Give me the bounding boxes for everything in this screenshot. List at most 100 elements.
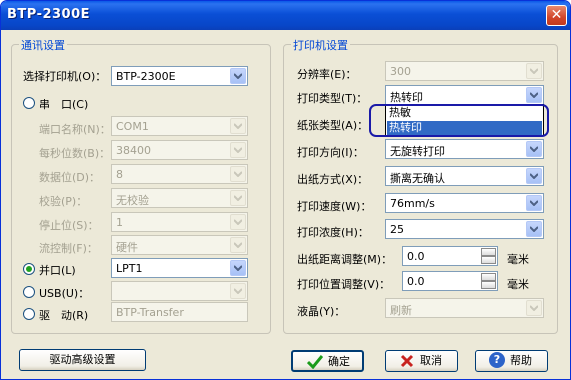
paper-type-label: 纸张类型(A)：	[297, 119, 369, 132]
comm-group-title: 通讯设置	[19, 37, 67, 53]
chevron-down-icon[interactable]	[230, 237, 246, 253]
chevron-down-icon[interactable]	[526, 141, 542, 157]
title-bar[interactable]: BTP-2300E ✕	[1, 1, 570, 30]
pos-unit: 毫米	[507, 278, 529, 291]
help-button[interactable]: ? 帮助	[475, 350, 548, 372]
parallel-radio-label[interactable]: 并口(L)	[39, 262, 76, 278]
help-icon: ?	[489, 352, 505, 368]
lcd-label: 液晶(Y)：	[297, 305, 346, 318]
spin-up-icon[interactable]	[481, 273, 496, 281]
flow-select[interactable]: 硬件	[111, 235, 248, 255]
parity-value: 无校验	[116, 194, 149, 207]
feed-adjust-spinner[interactable]: 0.0	[402, 246, 498, 266]
chevron-down-icon[interactable]	[526, 221, 542, 237]
port-name-select[interactable]: COM1	[111, 116, 248, 136]
resolution-label: 分辨率(E)：	[297, 68, 357, 81]
chevron-down-icon[interactable]	[230, 166, 246, 182]
window-title: BTP-2300E	[7, 7, 91, 22]
parity-label: 校验(P)：	[39, 195, 88, 208]
density-label: 打印浓度(H)：	[297, 226, 369, 239]
advanced-settings-label: 驱动高级设置	[49, 353, 116, 366]
serial-radio[interactable]	[23, 97, 35, 109]
baud-label: 每秒位数(B)：	[39, 147, 111, 160]
speed-label: 打印速度(W)：	[297, 200, 372, 213]
parallel-select[interactable]: LPT1	[111, 258, 248, 278]
stopbits-value: 1	[116, 216, 123, 229]
parallel-value: LPT1	[116, 262, 143, 275]
speed-select[interactable]: 76mm/s	[385, 193, 544, 213]
output-value: 撕离无确认	[390, 172, 445, 185]
flow-label: 流控制(F)：	[39, 242, 98, 255]
resolution-value: 300	[390, 65, 411, 78]
spin-down-icon[interactable]	[481, 281, 496, 289]
close-icon: ✕	[550, 7, 563, 23]
printer-select[interactable]: BTP-2300E	[111, 66, 248, 86]
check-icon	[307, 355, 323, 369]
driver-field[interactable]: BTP-Transfer	[111, 302, 248, 322]
chevron-down-icon[interactable]	[230, 68, 246, 84]
highlight-outline	[369, 104, 549, 137]
baud-select[interactable]: 38400	[111, 140, 248, 160]
pos-adjust-value: 0.0	[407, 275, 425, 288]
printer-select-label: 选择打印机(O)：	[23, 70, 107, 83]
driver-value: BTP-Transfer	[116, 306, 184, 319]
print-type-select[interactable]: 热转印	[385, 85, 544, 105]
baud-value: 38400	[116, 144, 151, 157]
help-label: 帮助	[510, 354, 532, 367]
databits-value: 8	[116, 168, 123, 181]
output-label: 出纸方式(X)：	[297, 173, 369, 186]
chevron-down-icon[interactable]	[526, 300, 542, 316]
density-value: 25	[390, 223, 404, 236]
resolution-select[interactable]: 300	[385, 61, 544, 81]
flow-value: 硬件	[116, 241, 138, 254]
spin-down-icon[interactable]	[481, 256, 496, 264]
cancel-label: 取消	[420, 354, 442, 367]
chevron-down-icon[interactable]	[526, 168, 542, 184]
chevron-down-icon[interactable]	[526, 87, 542, 103]
lcd-select[interactable]: 刷新	[385, 298, 544, 318]
direction-select[interactable]: 无旋转打印	[385, 139, 544, 159]
driver-radio-label[interactable]: 驱 动(R)	[39, 307, 88, 323]
chevron-down-icon[interactable]	[526, 63, 542, 79]
feed-unit: 毫米	[507, 253, 529, 266]
chevron-down-icon[interactable]	[526, 195, 542, 211]
close-button[interactable]: ✕	[546, 5, 567, 26]
stopbits-label: 停止位(S)：	[39, 219, 99, 232]
chevron-down-icon[interactable]	[230, 260, 246, 276]
output-select[interactable]: 撕离无确认	[385, 166, 544, 186]
pos-adjust-spinner[interactable]: 0.0	[402, 271, 498, 291]
databits-label: 数据位(D)：	[39, 171, 101, 184]
parallel-radio[interactable]	[23, 263, 35, 275]
usb-select[interactable]	[111, 281, 248, 301]
printer-group-title: 打印机设置	[291, 37, 350, 53]
advanced-settings-button[interactable]: 驱动高级设置	[19, 349, 146, 371]
direction-label: 打印方向(I)：	[297, 146, 364, 159]
x-icon	[400, 354, 414, 368]
lcd-value: 刷新	[390, 304, 412, 317]
print-type-value: 热转印	[390, 91, 423, 104]
direction-value: 无旋转打印	[390, 145, 445, 158]
parity-select[interactable]: 无校验	[111, 188, 248, 208]
usb-radio-label[interactable]: USB(U)：	[39, 285, 89, 301]
databits-select[interactable]: 8	[111, 164, 248, 184]
driver-radio[interactable]	[23, 308, 35, 320]
pos-adjust-label: 打印位置调整(V)：	[297, 278, 391, 291]
speed-value: 76mm/s	[390, 197, 435, 210]
port-name-label: 端口名称(N)：	[39, 123, 111, 136]
usb-radio[interactable]	[23, 286, 35, 298]
chevron-down-icon[interactable]	[230, 214, 246, 230]
cancel-button[interactable]: 取消	[385, 350, 458, 372]
chevron-down-icon[interactable]	[230, 283, 246, 299]
stopbits-select[interactable]: 1	[111, 212, 248, 232]
port-name-value: COM1	[116, 120, 149, 133]
chevron-down-icon[interactable]	[230, 190, 246, 206]
density-select[interactable]: 25	[385, 219, 544, 239]
print-type-label: 打印类型(T)：	[297, 92, 368, 105]
feed-adjust-label: 出纸距离调整(M)：	[297, 253, 393, 266]
chevron-down-icon[interactable]	[230, 118, 246, 134]
serial-radio-label[interactable]: 串 口(C)	[39, 96, 88, 112]
feed-adjust-value: 0.0	[407, 250, 425, 263]
spin-up-icon[interactable]	[481, 248, 496, 256]
chevron-down-icon[interactable]	[230, 142, 246, 158]
ok-button[interactable]: 确定	[291, 350, 364, 372]
